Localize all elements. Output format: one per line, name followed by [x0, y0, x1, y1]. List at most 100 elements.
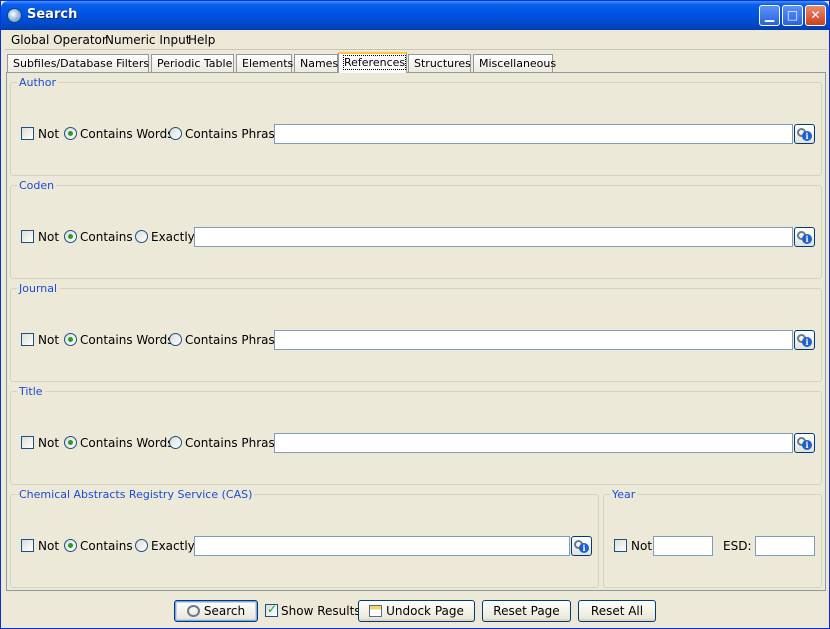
app-globe-icon	[7, 8, 22, 23]
title-input[interactable]	[274, 433, 793, 453]
coden-exactly-radio[interactable]	[135, 230, 148, 243]
title-row: Not Contains Words Contains Phrase i	[11, 433, 821, 453]
info-icon: i	[802, 234, 812, 244]
group-label: Chemical Abstracts Registry Service (CAS…	[17, 488, 255, 501]
journal-lookup-button[interactable]: i	[794, 330, 815, 350]
year-not-checkbox[interactable]	[614, 539, 627, 552]
journal-contains-phrase-radio[interactable]	[169, 333, 182, 346]
window-icon	[369, 605, 383, 617]
search-icon	[186, 605, 200, 617]
search-window: Search ▁ □ ✕ Global Operator Numeric Inp…	[0, 0, 830, 629]
tab-label: References	[342, 55, 407, 70]
contains-words-label: Contains Words	[80, 436, 174, 450]
exactly-label: Exactly	[151, 230, 195, 244]
journal-not-checkbox[interactable]	[21, 333, 34, 346]
author-not-checkbox[interactable]	[21, 127, 34, 140]
info-icon: i	[579, 543, 589, 553]
year-input[interactable]	[653, 536, 713, 556]
menu-help[interactable]: Help	[188, 33, 215, 47]
close-button[interactable]: ✕	[805, 5, 826, 26]
not-label: Not	[38, 333, 60, 347]
author-group: Author Not Contains Words Contains Phras…	[10, 76, 822, 176]
group-label: Coden	[17, 179, 57, 192]
cas-exactly-radio[interactable]	[135, 539, 148, 552]
group-label: Title	[17, 385, 45, 398]
tab-label: Names	[300, 57, 339, 70]
window-title: Search	[27, 7, 78, 22]
contains-words-label: Contains Words	[80, 127, 174, 141]
author-input[interactable]	[274, 124, 793, 144]
minimize-button[interactable]: ▁	[759, 5, 780, 26]
info-icon: i	[802, 131, 812, 141]
author-row: Not Contains Words Contains Phrase i	[11, 124, 821, 144]
title-contains-phrase-radio[interactable]	[169, 436, 182, 449]
cas-lookup-button[interactable]: i	[571, 536, 592, 556]
not-label: Not	[38, 230, 60, 244]
author-contains-words-radio[interactable]	[64, 127, 77, 140]
title-not-checkbox[interactable]	[21, 436, 34, 449]
group-label: Year	[610, 488, 638, 501]
coden-group: Coden Not Contains Exactly i	[10, 179, 822, 279]
title-contains-words-radio[interactable]	[64, 436, 77, 449]
tab-periodic-table[interactable]: Periodic Table	[151, 54, 234, 72]
tab-label: Elements	[242, 57, 294, 70]
not-label: Not	[38, 436, 60, 450]
coden-row: Not Contains Exactly i	[11, 227, 821, 247]
contains-phrase-label: Contains Phrase	[185, 436, 283, 450]
tab-elements[interactable]: Elements	[236, 54, 294, 72]
author-lookup-button[interactable]: i	[794, 124, 815, 144]
year-row: Not ESD:	[604, 536, 821, 556]
not-label: Not	[38, 539, 60, 553]
show-results-label: Show Results	[281, 604, 361, 618]
cas-input[interactable]	[194, 536, 570, 556]
undock-button-label: Undock Page	[386, 604, 464, 618]
contains-label: Contains	[80, 230, 133, 244]
title-bar[interactable]: Search ▁ □ ✕	[1, 1, 829, 30]
maximize-button[interactable]: □	[782, 5, 803, 26]
contains-label: Contains	[80, 539, 133, 553]
contains-words-label: Contains Words	[80, 333, 174, 347]
info-icon: i	[802, 440, 812, 450]
year-group: Year Not ESD:	[603, 488, 822, 588]
menu-bar: Global Operator Numeric Input Help	[5, 30, 827, 50]
tab-label: Periodic Table	[157, 57, 233, 70]
action-bar: Search Show Results Undock Page Reset Pa…	[1, 595, 829, 627]
esd-input[interactable]	[755, 536, 815, 556]
esd-label: ESD:	[723, 539, 752, 553]
coden-input[interactable]	[194, 227, 793, 247]
cas-contains-radio[interactable]	[64, 539, 77, 552]
tab-label: Subfiles/Database Filters	[13, 57, 150, 70]
search-button-label: Search	[203, 604, 246, 618]
undock-page-button[interactable]: Undock Page	[358, 600, 475, 622]
group-label: Author	[17, 76, 59, 89]
menu-numeric-input[interactable]: Numeric Input	[105, 33, 190, 47]
journal-input[interactable]	[274, 330, 793, 350]
contains-phrase-label: Contains Phrase	[185, 333, 283, 347]
cas-row: Not Contains Exactly i	[11, 536, 598, 556]
cas-group: Chemical Abstracts Registry Service (CAS…	[10, 488, 599, 588]
show-results-checkbox[interactable]	[265, 602, 278, 617]
references-tab-page: Author Not Contains Words Contains Phras…	[6, 72, 826, 591]
tab-structures[interactable]: Structures	[408, 54, 471, 72]
group-label: Journal	[17, 282, 60, 295]
journal-contains-words-radio[interactable]	[64, 333, 77, 346]
tab-label: Structures	[414, 57, 471, 70]
tab-subfiles-database-filters[interactable]: Subfiles/Database Filters	[7, 54, 149, 72]
tab-miscellaneous[interactable]: Miscellaneous	[473, 54, 557, 72]
reset-all-button[interactable]: Reset All	[578, 600, 656, 622]
coden-contains-radio[interactable]	[64, 230, 77, 243]
coden-not-checkbox[interactable]	[21, 230, 34, 243]
tab-names[interactable]: Names	[294, 54, 338, 72]
reset-page-button[interactable]: Reset Page	[482, 600, 571, 622]
journal-row: Not Contains Words Contains Phrase i	[11, 330, 821, 350]
not-label: Not	[631, 539, 653, 553]
search-button[interactable]: Search	[174, 600, 258, 622]
menu-global-operator[interactable]: Global Operator	[11, 33, 107, 47]
title-lookup-button[interactable]: i	[794, 433, 815, 453]
author-contains-phrase-radio[interactable]	[169, 127, 182, 140]
cas-not-checkbox[interactable]	[21, 539, 34, 552]
tab-label: Miscellaneous	[479, 57, 557, 70]
tab-references[interactable]: References	[338, 52, 407, 73]
coden-lookup-button[interactable]: i	[794, 227, 815, 247]
journal-group: Journal Not Contains Words Contains Phra…	[10, 282, 822, 382]
